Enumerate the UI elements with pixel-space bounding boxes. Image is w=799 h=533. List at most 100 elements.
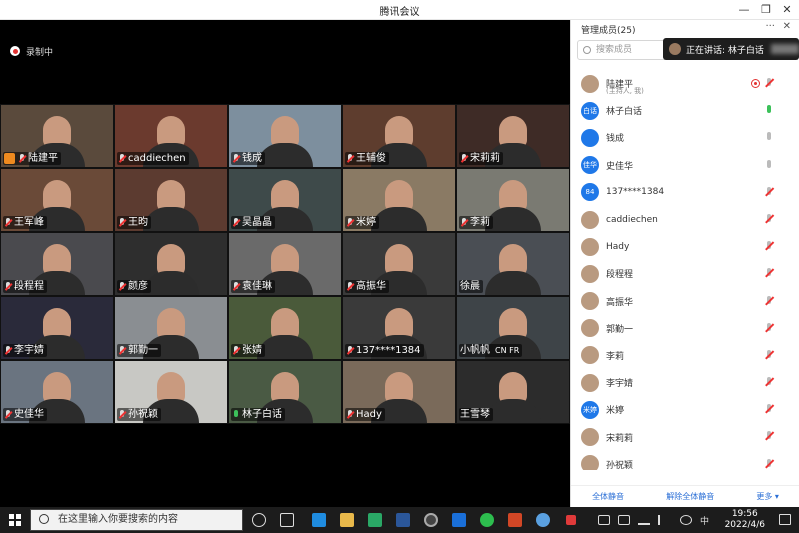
pen-icon[interactable] [680, 515, 692, 525]
mute-all-button[interactable]: 全体静音 [588, 489, 628, 504]
video-tile[interactable]: 李宇婧 [0, 296, 114, 360]
participant-label: 137****1384 [345, 344, 424, 357]
battery-icon[interactable] [618, 515, 630, 525]
windows-start-icon[interactable] [9, 514, 21, 526]
mic-muted-icon[interactable] [764, 241, 774, 252]
member-row[interactable]: 佳华 史佳华 [571, 152, 799, 179]
cloud-app-icon[interactable] [368, 513, 382, 527]
taskbar-search-input[interactable]: 在这里输入你要搜索的内容 [30, 509, 243, 531]
video-tile[interactable]: 段程程 [0, 232, 114, 296]
avatar [581, 428, 599, 447]
member-row[interactable]: 84 137****1384 [571, 179, 799, 206]
recording-indicator: 录制中 [10, 44, 53, 58]
avatar [581, 455, 599, 470]
avatar [581, 74, 599, 93]
member-row[interactable]: 宋莉莉 [571, 423, 799, 450]
member-row[interactable]: 陆建平 (主持人, 我) [571, 70, 799, 97]
participant-label: 小帆帆 CN FR [459, 344, 523, 357]
video-tile[interactable]: 王雪琴 [456, 360, 570, 424]
video-tile[interactable]: 陆建平 [0, 104, 114, 168]
word-icon[interactable] [396, 513, 410, 527]
video-tile[interactable]: 徐晨 [456, 232, 570, 296]
ime-indicator[interactable]: 中 [700, 514, 709, 527]
video-tile[interactable]: 王昀 [114, 168, 228, 232]
mic-muted-icon[interactable] [764, 431, 774, 442]
member-row[interactable]: 李莉 [571, 342, 799, 369]
video-tile[interactable]: 137****1384 [342, 296, 456, 360]
mic-muted-icon[interactable] [764, 404, 774, 415]
video-tile[interactable]: 宋莉莉 [456, 104, 570, 168]
wechat-icon[interactable] [480, 513, 494, 527]
video-tile[interactable]: 吴晶晶 [228, 168, 342, 232]
more-options-icon[interactable]: ··· [765, 21, 775, 32]
member-name: 孙祝颖 [606, 460, 634, 470]
minimize-button[interactable]: — [735, 2, 753, 18]
video-tile[interactable]: 林子白话 [228, 360, 342, 424]
video-tile[interactable]: 王辅俊 [342, 104, 456, 168]
mic-muted-icon[interactable] [764, 349, 774, 361]
restore-button[interactable]: ❐ [757, 2, 775, 18]
video-tile[interactable]: 小帆帆 CN FR [456, 296, 570, 360]
video-tile[interactable]: 袁佳琳 [228, 232, 342, 296]
mic-icon[interactable] [764, 105, 774, 116]
network-icon[interactable] [638, 515, 650, 525]
member-row[interactable]: 孙祝颖 [571, 451, 799, 470]
more-button[interactable]: 更多 ▾ [752, 489, 783, 504]
edge-browser-icon[interactable] [312, 513, 326, 527]
video-tile[interactable]: 颜彦 [114, 232, 228, 296]
video-tile[interactable]: 史佳华 [0, 360, 114, 424]
mic-muted-icon[interactable] [764, 268, 774, 279]
volume-icon[interactable] [658, 515, 668, 525]
mic-icon[interactable] [764, 159, 774, 171]
mic-muted-icon[interactable] [764, 377, 774, 388]
member-row[interactable]: 米婷 米婷 [571, 396, 799, 423]
member-row[interactable]: 钱成 [571, 124, 799, 151]
mic-muted-icon[interactable] [764, 78, 774, 89]
member-row[interactable]: 白话 林子白话 [571, 97, 799, 124]
mic-icon[interactable] [764, 132, 774, 143]
mic-muted-icon[interactable] [764, 186, 774, 198]
notification-icon[interactable] [779, 514, 791, 525]
participant-name: 袁佳琳 [242, 281, 272, 292]
member-row[interactable]: 段程程 [571, 260, 799, 287]
mic-muted-icon[interactable] [764, 322, 774, 334]
system-clock[interactable]: 19:56 2022/4/6 [725, 509, 765, 531]
powerpoint-icon[interactable] [508, 513, 522, 527]
member-row[interactable]: Hady [571, 233, 799, 260]
close-button[interactable]: ✕ [778, 2, 796, 18]
mic-muted-icon[interactable] [764, 295, 774, 307]
tencent-meeting-icon[interactable] [452, 513, 466, 527]
video-tile[interactable]: caddiechen [114, 104, 228, 168]
tray-app-icon[interactable] [598, 515, 610, 525]
member-search-input[interactable]: 搜索成员 [577, 40, 667, 60]
mic-muted-icon [232, 217, 240, 228]
mic-muted-icon[interactable] [764, 213, 774, 225]
video-tile[interactable]: 钱成 [228, 104, 342, 168]
file-explorer-icon[interactable] [340, 513, 354, 527]
close-panel-icon[interactable]: ✕ [783, 21, 791, 32]
member-row[interactable]: 李宇婧 [571, 369, 799, 396]
mic-muted-icon[interactable] [764, 458, 774, 470]
member-name: Hady [606, 241, 630, 252]
media-player-icon[interactable] [424, 513, 438, 527]
avatar: 米婷 [581, 400, 599, 419]
member-row[interactable]: caddiechen [571, 206, 799, 233]
task-view-icon[interactable] [252, 513, 266, 527]
sogou-icon[interactable] [566, 515, 576, 525]
member-row[interactable]: 郭勤一 [571, 315, 799, 342]
video-tile[interactable]: Hady [342, 360, 456, 424]
browser-icon[interactable] [536, 513, 550, 527]
video-tile[interactable]: 张婧 [228, 296, 342, 360]
video-tile[interactable]: 米婷 [342, 168, 456, 232]
widgets-icon[interactable] [280, 513, 294, 527]
member-row[interactable]: 高振华 [571, 288, 799, 315]
unmute-all-button[interactable]: 解除全体静音 [662, 489, 718, 504]
avatar [581, 292, 599, 311]
video-tile[interactable]: 孙祝颖 [114, 360, 228, 424]
video-tile[interactable]: 郭勤一 [114, 296, 228, 360]
taskbar: 在这里输入你要搜索的内容 中 19:56 2022/4/6 [0, 507, 799, 533]
video-tile[interactable]: 王军峰 [0, 168, 114, 232]
video-tile[interactable]: 高振华 [342, 232, 456, 296]
video-tile[interactable]: 李莉 [456, 168, 570, 232]
speaker-avatar [669, 43, 681, 55]
